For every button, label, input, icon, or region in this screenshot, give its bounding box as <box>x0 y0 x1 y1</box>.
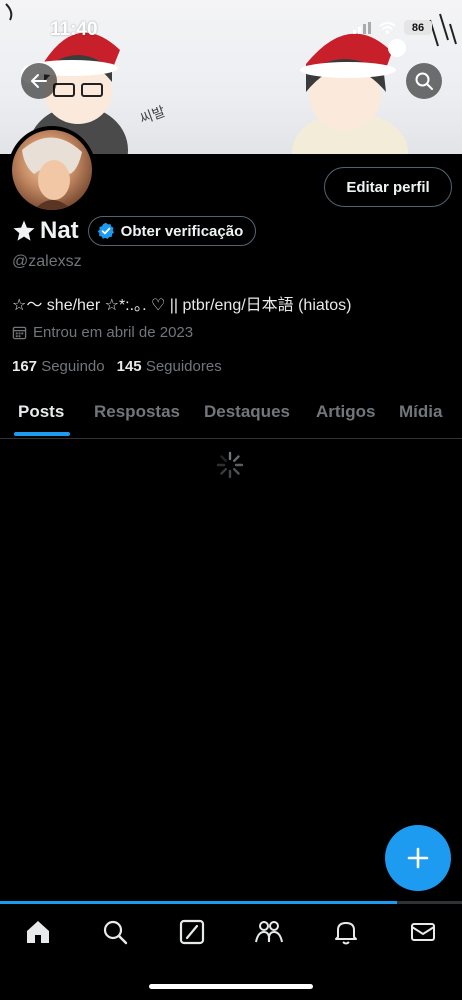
following-link[interactable]: 167 Seguindo <box>12 358 105 375</box>
following-label: Seguindo <box>41 358 105 375</box>
svg-text:씨발: 씨발 <box>138 104 168 128</box>
nav-grok[interactable] <box>177 917 207 947</box>
back-arrow-icon <box>31 74 47 88</box>
nav-communities[interactable] <box>254 917 284 947</box>
followers-link[interactable]: 145 Seguidores <box>117 358 222 375</box>
wifi-icon <box>379 21 396 34</box>
nav-explore[interactable] <box>100 917 130 947</box>
notifications-icon <box>335 922 357 945</box>
star-icon <box>13 220 35 241</box>
calendar-icon <box>12 326 27 340</box>
status-icons: 86 <box>353 20 432 35</box>
battery-indicator: 86 <box>404 20 432 35</box>
avatar[interactable] <box>8 126 96 214</box>
tab-articles[interactable]: Artigos <box>316 402 376 422</box>
compose-button[interactable] <box>385 825 451 891</box>
following-count: 167 <box>12 358 38 375</box>
tab-posts[interactable]: Posts <box>18 402 64 422</box>
joined-date: Entrou em abril de 2023 <box>12 324 193 341</box>
plus-icon <box>407 847 429 869</box>
profile-bio: ☆〜 she/her ☆*:.｡. ♡ || ptbr/eng/日本語 (hia… <box>12 297 352 314</box>
home-indicator <box>149 984 313 989</box>
edit-profile-button[interactable]: Editar perfil <box>324 167 452 207</box>
home-icon <box>27 921 49 943</box>
messages-icon <box>411 923 435 941</box>
profile-tabs: Posts Respostas Destaques Artigos Mídia <box>0 388 462 439</box>
bottom-nav <box>0 904 462 964</box>
get-verified-button[interactable]: Obter verificação <box>87 216 257 246</box>
status-bar: 11:40 86 <box>0 0 462 54</box>
nav-notifications[interactable] <box>331 917 361 947</box>
back-button[interactable] <box>21 63 57 99</box>
tab-replies[interactable]: Respostas <box>94 402 180 422</box>
display-name: Nat <box>40 217 79 244</box>
active-tab-indicator <box>14 432 70 436</box>
followers-label: Seguidores <box>145 358 222 375</box>
nav-home[interactable] <box>23 917 53 947</box>
get-verified-label: Obter verificação <box>120 222 244 240</box>
nav-messages[interactable] <box>408 917 438 947</box>
signal-icon <box>353 21 371 34</box>
followers-count: 145 <box>116 358 142 375</box>
tab-media[interactable]: Mídia <box>399 402 442 422</box>
joined-text: Entrou em abril de 2023 <box>33 324 194 341</box>
grok-icon <box>179 919 205 945</box>
search-icon <box>415 72 433 90</box>
loading-spinner-icon <box>216 451 244 479</box>
verified-badge-icon <box>97 222 114 239</box>
follow-stats: 167 Seguindo 145 Seguidores <box>12 358 222 375</box>
name-row: Nat Obter verificação <box>12 216 257 246</box>
avatar-image <box>22 137 82 210</box>
status-time: 11:40 <box>50 19 98 40</box>
communities-icon <box>255 921 283 943</box>
tab-highlights[interactable]: Destaques <box>204 402 290 422</box>
explore-icon <box>103 920 128 945</box>
profile-handle: @zalexsz <box>12 253 82 270</box>
search-button[interactable] <box>406 63 442 99</box>
